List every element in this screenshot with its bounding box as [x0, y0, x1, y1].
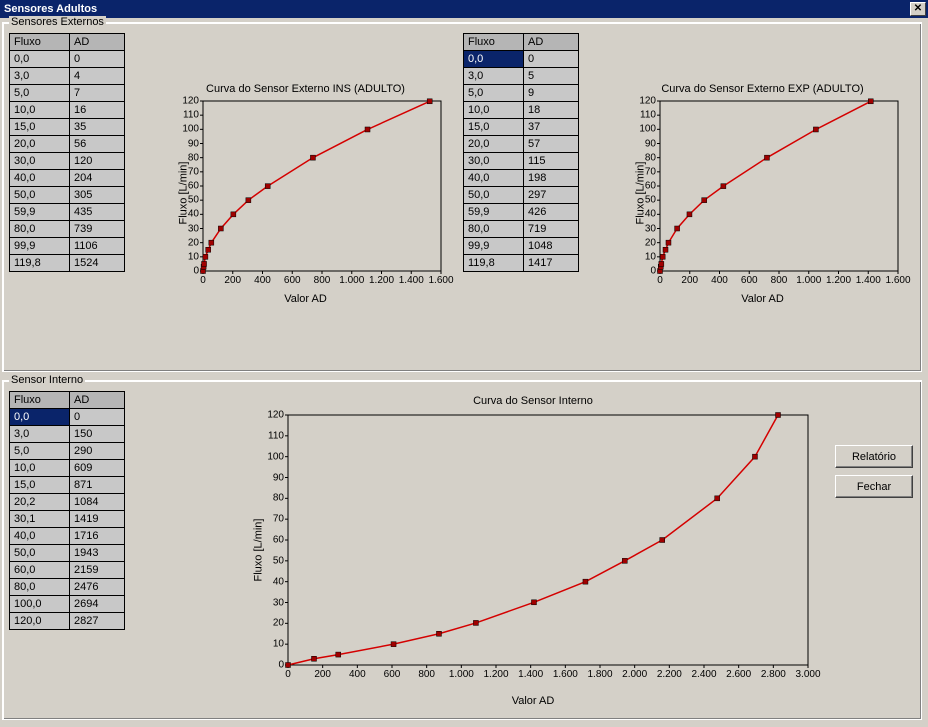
table-row[interactable]: 120,02827 — [10, 613, 125, 630]
fechar-button[interactable]: Fechar — [835, 475, 913, 498]
table-row[interactable]: 0,00 — [10, 51, 125, 68]
table-row[interactable]: 0,00 — [464, 51, 579, 68]
chart-interno: Curva do Sensor Interno Fluxo [L/min] Va… — [233, 395, 833, 705]
table-row[interactable]: 60,02159 — [10, 562, 125, 579]
table-row[interactable]: 15,037 — [464, 119, 579, 136]
table-row[interactable]: 50,0297 — [464, 187, 579, 204]
close-icon[interactable]: ✕ — [910, 2, 926, 16]
table-row[interactable]: 50,0305 — [10, 187, 125, 204]
table-row[interactable]: 10,016 — [10, 102, 125, 119]
table-exp[interactable]: Fluxo AD 0,003,055,0910,01815,03720,0573… — [463, 33, 579, 272]
table-row[interactable]: 0,00 — [10, 409, 125, 426]
table-row[interactable]: 80,02476 — [10, 579, 125, 596]
groupbox-interno: Sensor Interno Fluxo AD 0,003,01505,0290… — [2, 380, 922, 720]
table-row[interactable]: 99,91048 — [464, 238, 579, 255]
table-row[interactable]: 80,0719 — [464, 221, 579, 238]
table-row[interactable]: 119,81417 — [464, 255, 579, 272]
table-row[interactable]: 30,0120 — [10, 153, 125, 170]
table-row[interactable]: 40,0204 — [10, 170, 125, 187]
col-fluxo: Fluxo — [10, 392, 70, 409]
col-fluxo: Fluxo — [10, 34, 70, 51]
groupbox-externos-label: Sensores Externos — [9, 16, 106, 28]
table-row[interactable]: 5,07 — [10, 85, 125, 102]
table-row[interactable]: 59,9426 — [464, 204, 579, 221]
table-row[interactable]: 10,018 — [464, 102, 579, 119]
col-ad: AD — [70, 34, 125, 51]
table-interno[interactable]: Fluxo AD 0,003,01505,029010,060915,08712… — [9, 391, 125, 630]
table-row[interactable]: 30,0115 — [464, 153, 579, 170]
table-ins[interactable]: Fluxo AD 0,003,045,0710,01615,03520,0563… — [9, 33, 125, 272]
groupbox-externos: Sensores Externos Fluxo AD 0,003,045,071… — [2, 22, 922, 372]
groupbox-interno-label: Sensor Interno — [9, 374, 85, 386]
titlebar: Sensores Adultos ✕ — [0, 0, 928, 18]
chart-ins: Curva do Sensor Externo INS (ADULTO) Flu… — [158, 83, 453, 303]
table-row[interactable]: 20,057 — [464, 136, 579, 153]
table-row[interactable]: 99,91106 — [10, 238, 125, 255]
table-row[interactable]: 15,0871 — [10, 477, 125, 494]
chart-exp: Curva do Sensor Externo EXP (ADULTO) Flu… — [615, 83, 910, 303]
table-row[interactable]: 5,09 — [464, 85, 579, 102]
table-row[interactable]: 10,0609 — [10, 460, 125, 477]
table-row[interactable]: 5,0290 — [10, 443, 125, 460]
table-row[interactable]: 119,81524 — [10, 255, 125, 272]
table-row[interactable]: 100,02694 — [10, 596, 125, 613]
table-row[interactable]: 3,04 — [10, 68, 125, 85]
table-row[interactable]: 3,05 — [464, 68, 579, 85]
col-ad: AD — [524, 34, 579, 51]
table-row[interactable]: 20,056 — [10, 136, 125, 153]
table-row[interactable]: 20,21084 — [10, 494, 125, 511]
window-title: Sensores Adultos — [4, 3, 97, 15]
col-fluxo: Fluxo — [464, 34, 524, 51]
table-row[interactable]: 80,0739 — [10, 221, 125, 238]
table-row[interactable]: 59,9435 — [10, 204, 125, 221]
table-row[interactable]: 50,01943 — [10, 545, 125, 562]
table-row[interactable]: 3,0150 — [10, 426, 125, 443]
table-row[interactable]: 30,11419 — [10, 511, 125, 528]
table-row[interactable]: 40,0198 — [464, 170, 579, 187]
relatorio-button[interactable]: Relatório — [835, 445, 913, 468]
table-row[interactable]: 40,01716 — [10, 528, 125, 545]
table-row[interactable]: 15,035 — [10, 119, 125, 136]
col-ad: AD — [70, 392, 125, 409]
